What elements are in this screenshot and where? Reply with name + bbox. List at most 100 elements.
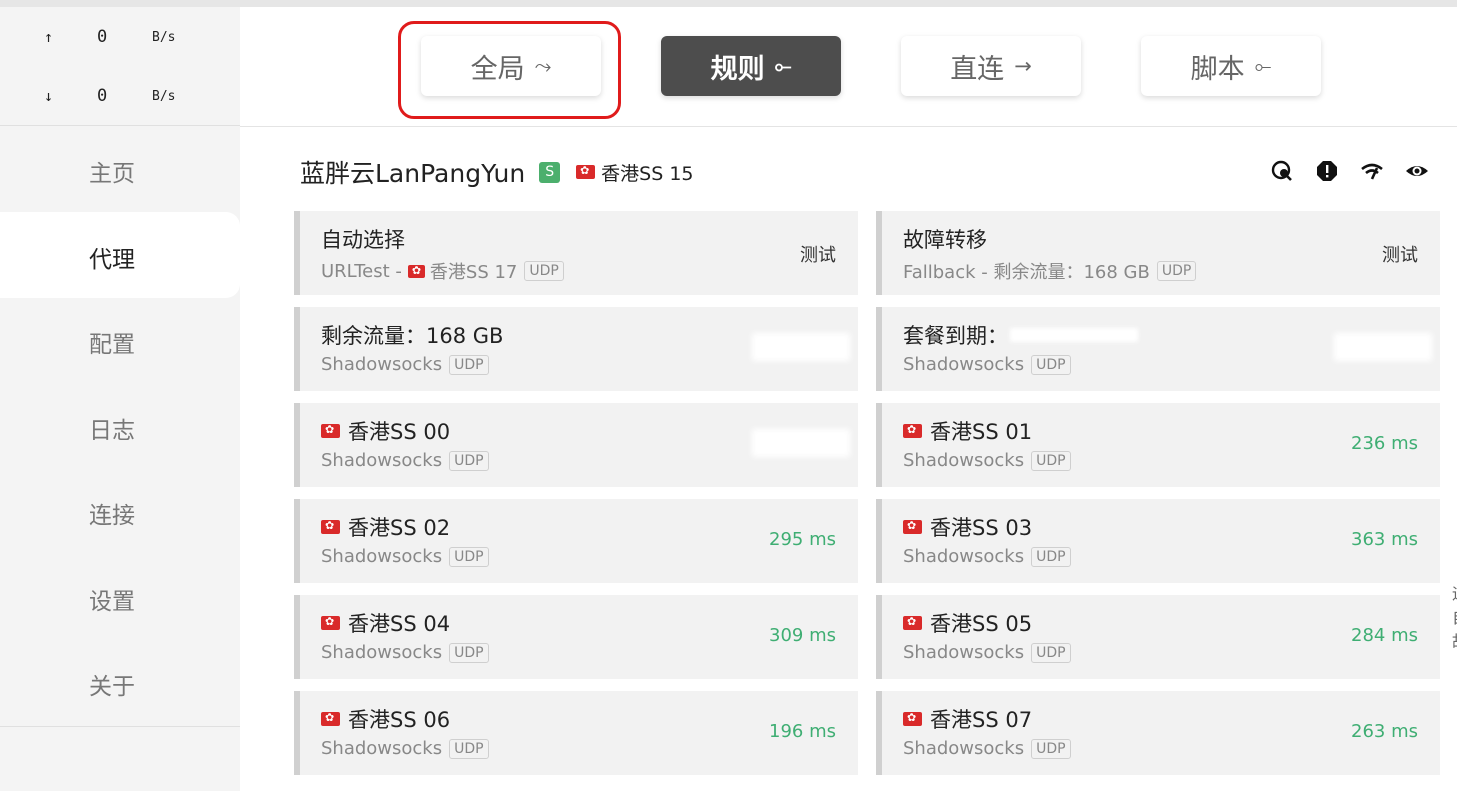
sidebar-item-logs[interactable]: 日志 (0, 383, 240, 469)
redacted-latency (1334, 333, 1432, 361)
proxy-card[interactable]: 香港SS 06 Shadowsocks UDP 196 ms (294, 691, 858, 775)
hk-flag-icon (321, 710, 340, 726)
proxy-type: Shadowsocks (321, 642, 443, 663)
group-type-badge: S (539, 161, 561, 183)
proxy-name: 香港SS 01 (903, 416, 1032, 446)
main-panel: 全局⤳规则⟜直连→脚本⟜ 蓝胖云LanPangYun S 香港SS 15 自动选… (240, 7, 1457, 791)
udp-badge: UDP (449, 354, 489, 375)
alert-icon[interactable] (1315, 159, 1339, 183)
sidebar-item-label: 连接 (89, 503, 135, 529)
udp-badge: UDP (1156, 261, 1197, 281)
proxy-name: 剩余流量：168 GB (321, 320, 503, 350)
udp-badge: UDP (1031, 546, 1071, 567)
hk-flag-icon (903, 422, 922, 438)
sidebar-divider (0, 726, 240, 727)
mode-bar: 全局 ⤳ 规则 ⟜ 直连 → 脚本 ⟜ (240, 7, 1457, 127)
proxy-card[interactable]: 香港SS 05 Shadowsocks UDP 284 ms (876, 595, 1440, 679)
proxy-type: Shadowsocks (321, 546, 443, 567)
proxy-name: 自动选择 (321, 224, 405, 254)
proxy-type: Shadowsocks (321, 450, 443, 471)
window-top-strip (0, 0, 1457, 7)
proxy-name-text: 香港SS 03 (930, 516, 1033, 540)
hk-flag-icon (321, 518, 340, 534)
proxy-name: 故障转移 (903, 224, 987, 254)
proxy-name: 香港SS 05 (903, 608, 1032, 638)
udp-badge: UDP (1031, 450, 1071, 471)
proxy-name-text: 套餐到期： (903, 324, 1008, 348)
proxy-card[interactable]: 香港SS 03 Shadowsocks UDP 363 ms (876, 499, 1440, 583)
proxy-name-text: 香港SS 01 (930, 420, 1033, 444)
proxy-subtitle: Shadowsocks UDP (321, 642, 489, 663)
latency-label: 263 ms (1351, 721, 1418, 742)
test-button[interactable]: 测试 (1382, 241, 1418, 267)
download-arrow-icon: ↓ (44, 87, 54, 105)
redacted-latency (752, 333, 850, 361)
sidebar-item-about[interactable]: 关于 (0, 639, 240, 725)
proxy-subtitle: Shadowsocks UDP (321, 450, 489, 471)
traffic-panel: ↑ 0 B/s ↓ 0 B/s (0, 7, 240, 126)
download-speed: ↓ 0 B/s (0, 81, 240, 111)
group-name: 蓝胖云LanPangYun (300, 159, 526, 188)
proxy-card[interactable]: 香港SS 07 Shadowsocks UDP 263 ms (876, 691, 1440, 775)
proxy-current-node: 香港SS 17 (429, 262, 518, 283)
proxy-type: Shadowsocks (903, 546, 1025, 567)
proxy-name-text: 香港SS 04 (348, 612, 451, 636)
proxy-type: Shadowsocks (321, 738, 443, 759)
hk-flag-icon (321, 614, 340, 630)
sidebar-item-connections[interactable]: 连接 (0, 468, 240, 554)
redacted-text (1010, 328, 1138, 342)
proxy-name-text: 香港SS 07 (930, 708, 1033, 732)
proxy-card[interactable]: 香港SS 00 Shadowsocks UDP (294, 403, 858, 487)
mode-label: 规则 (710, 53, 765, 85)
eye-icon[interactable] (1405, 159, 1429, 183)
proxy-subtitle: Shadowsocks UDP (903, 738, 1071, 759)
proxy-card[interactable]: 自动选择 URLTest - 香港SS 17 UDP 测试 (294, 211, 858, 295)
hk-flag-icon (321, 422, 340, 438)
proxy-type: Fallback - 剩余流量：168 GB (903, 262, 1150, 283)
download-unit: B/s (152, 89, 176, 104)
proxy-type: Shadowsocks (903, 642, 1025, 663)
upload-unit: B/s (152, 30, 176, 45)
hk-flag-icon (903, 518, 922, 534)
sidebar-item-label: 日志 (89, 418, 135, 444)
upload-arrow-icon: ↑ (44, 28, 54, 46)
proxy-subtitle: Fallback - 剩余流量：168 GB UDP (903, 258, 1197, 284)
proxy-type: Shadowsocks (903, 354, 1025, 375)
hk-flag-icon (407, 263, 425, 279)
wifi-speed-icon[interactable] (1360, 159, 1384, 183)
mode-rule-icon: ⟜ (774, 53, 792, 78)
proxy-subtitle: Shadowsocks UDP (321, 354, 489, 375)
proxy-card[interactable]: 故障转移 Fallback - 剩余流量：168 GB UDP 测试 (876, 211, 1440, 295)
sidebar-item-home[interactable]: 主页 (0, 126, 240, 212)
sidebar-item-label: 关于 (89, 674, 135, 700)
sidebar-item-label: 设置 (89, 589, 135, 615)
mode-script-button[interactable]: 脚本 ⟜ (1141, 36, 1321, 96)
proxy-type: Shadowsocks (903, 450, 1025, 471)
sidebar: ↑ 0 B/s ↓ 0 B/s 主页 代理 配置日志连接设置关于 (0, 7, 240, 791)
proxy-subtitle: Shadowsocks UDP (321, 738, 489, 759)
proxy-card[interactable]: 套餐到期： Shadowsocks UDP (876, 307, 1440, 391)
proxy-name-text: 自动选择 (321, 228, 405, 252)
mode-label: 脚本 (1190, 53, 1245, 85)
mode-direct-button[interactable]: 直连 → (901, 36, 1081, 96)
proxy-card[interactable]: 剩余流量：168 GB Shadowsocks UDP (294, 307, 858, 391)
offscreen-text-fragment: 运自故 (1452, 582, 1457, 654)
proxy-name: 香港SS 07 (903, 704, 1032, 734)
search-network-icon[interactable] (1270, 159, 1294, 183)
proxy-name-text: 香港SS 02 (348, 516, 451, 540)
udp-badge: UDP (1031, 354, 1071, 375)
hk-flag-icon (903, 710, 922, 726)
latency-label: 295 ms (769, 529, 836, 550)
udp-badge: UDP (449, 546, 489, 567)
proxy-card[interactable]: 香港SS 02 Shadowsocks UDP 295 ms (294, 499, 858, 583)
sidebar-item-proxy[interactable]: 代理 (0, 212, 240, 298)
proxy-name: 香港SS 03 (903, 512, 1032, 542)
proxy-card[interactable]: 香港SS 04 Shadowsocks UDP 309 ms (294, 595, 858, 679)
sidebar-item-settings[interactable]: 设置 (0, 554, 240, 640)
sidebar-item-config[interactable]: 配置 (0, 297, 240, 383)
proxy-name-text: 故障转移 (903, 228, 987, 252)
mode-rule-button[interactable]: 规则 ⟜ (661, 36, 841, 96)
proxy-card[interactable]: 香港SS 01 Shadowsocks UDP 236 ms (876, 403, 1440, 487)
udp-badge: UDP (1031, 738, 1071, 759)
test-button[interactable]: 测试 (800, 241, 836, 267)
